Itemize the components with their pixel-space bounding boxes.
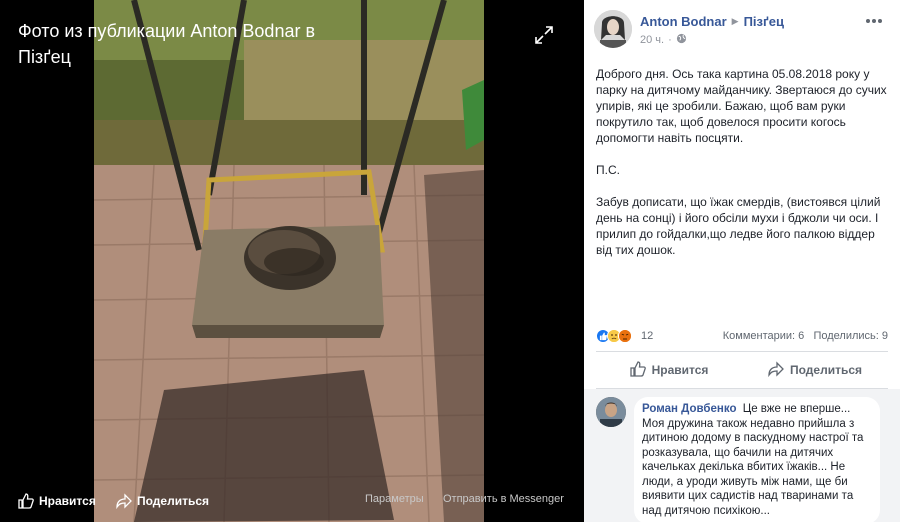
reaction-angry-icon [618,329,632,343]
share-icon [768,360,784,380]
post-header: Anton Bodnar ▶ Пізґец 20 ч. · [584,0,900,56]
comment-bubble: Роман Довбенко Це вже не вперше... Моя д… [634,397,880,522]
comments-section: Роман Довбенко Це вже не вперше... Моя д… [584,389,900,522]
post-panel: Anton Bodnar ▶ Пізґец 20 ч. · Доброго дн… [584,0,900,522]
post-paragraph: П.С. [596,163,620,177]
author-avatar[interactable] [594,10,632,48]
reaction-icons[interactable] [596,329,632,343]
reaction-stats: Комментарии: 6 Поделились: 9 [723,330,888,342]
like-icon [629,360,646,380]
like-icon [18,493,34,509]
post-paragraph: Забув дописати, що їжак смердів, (вистоя… [596,195,881,257]
comment-text: Це вже не вперше... Моя дружина також не… [642,403,864,517]
comment-item: Роман Довбенко Це вже не вперше... Моя д… [596,397,888,522]
post-paragraph: Доброго дня. Ось така картина 05.08.2018… [596,67,887,145]
commenter-avatar[interactable] [596,397,626,427]
triangle-right-icon: ▶ [731,16,739,26]
photo-viewer: Фото из публикации Anton Bodnar в Пізґец… [0,0,584,522]
photo-illustration [94,0,484,522]
expand-icon[interactable] [533,24,555,46]
comments-count-link[interactable]: Комментарии: 6 [723,330,805,342]
viewer-share-button[interactable]: Поделиться [116,493,209,509]
more-icon[interactable] [864,14,884,28]
author-name-link[interactable]: Anton Bodnar [640,14,727,29]
post-actions: Нравится Поделиться [596,351,888,389]
share-button[interactable]: Поделиться [742,352,888,388]
post-time[interactable]: 20 ч. [640,34,664,46]
post-photo[interactable] [94,0,484,522]
globe-icon[interactable] [676,33,687,47]
viewer-like-button[interactable]: Нравится [18,493,96,509]
viewer-like-label: Нравится [39,494,96,508]
reaction-count[interactable]: 12 [641,330,653,342]
viewer-share-label: Поделиться [137,494,210,508]
share-icon [116,493,132,509]
author-line: Anton Bodnar ▶ Пізґец [640,14,784,29]
like-button[interactable]: Нравится [596,352,742,388]
post-meta: 20 ч. · [640,33,687,47]
share-label: Поделиться [789,363,863,377]
comment-author-link[interactable]: Роман Довбенко [642,403,737,415]
options-button[interactable]: Параметры [365,493,424,505]
send-messenger-button[interactable]: Отправить в Messenger [443,493,564,505]
viewer-title: Фото из публикации Anton Bodnar в Пізґец [18,21,316,67]
viewer-toolbar: Нравится Поделиться Параметры Отправить … [0,480,584,522]
like-label: Нравится [651,363,709,377]
shares-count-link[interactable]: Поделились: 9 [813,330,888,342]
reactions-bar: 12 Комментарии: 6 Поделились: 9 [596,328,888,346]
meta-dot: · [668,34,672,46]
group-name-link[interactable]: Пізґец [744,14,784,29]
post-text: Доброго дня. Ось така картина 05.08.2018… [584,56,900,258]
